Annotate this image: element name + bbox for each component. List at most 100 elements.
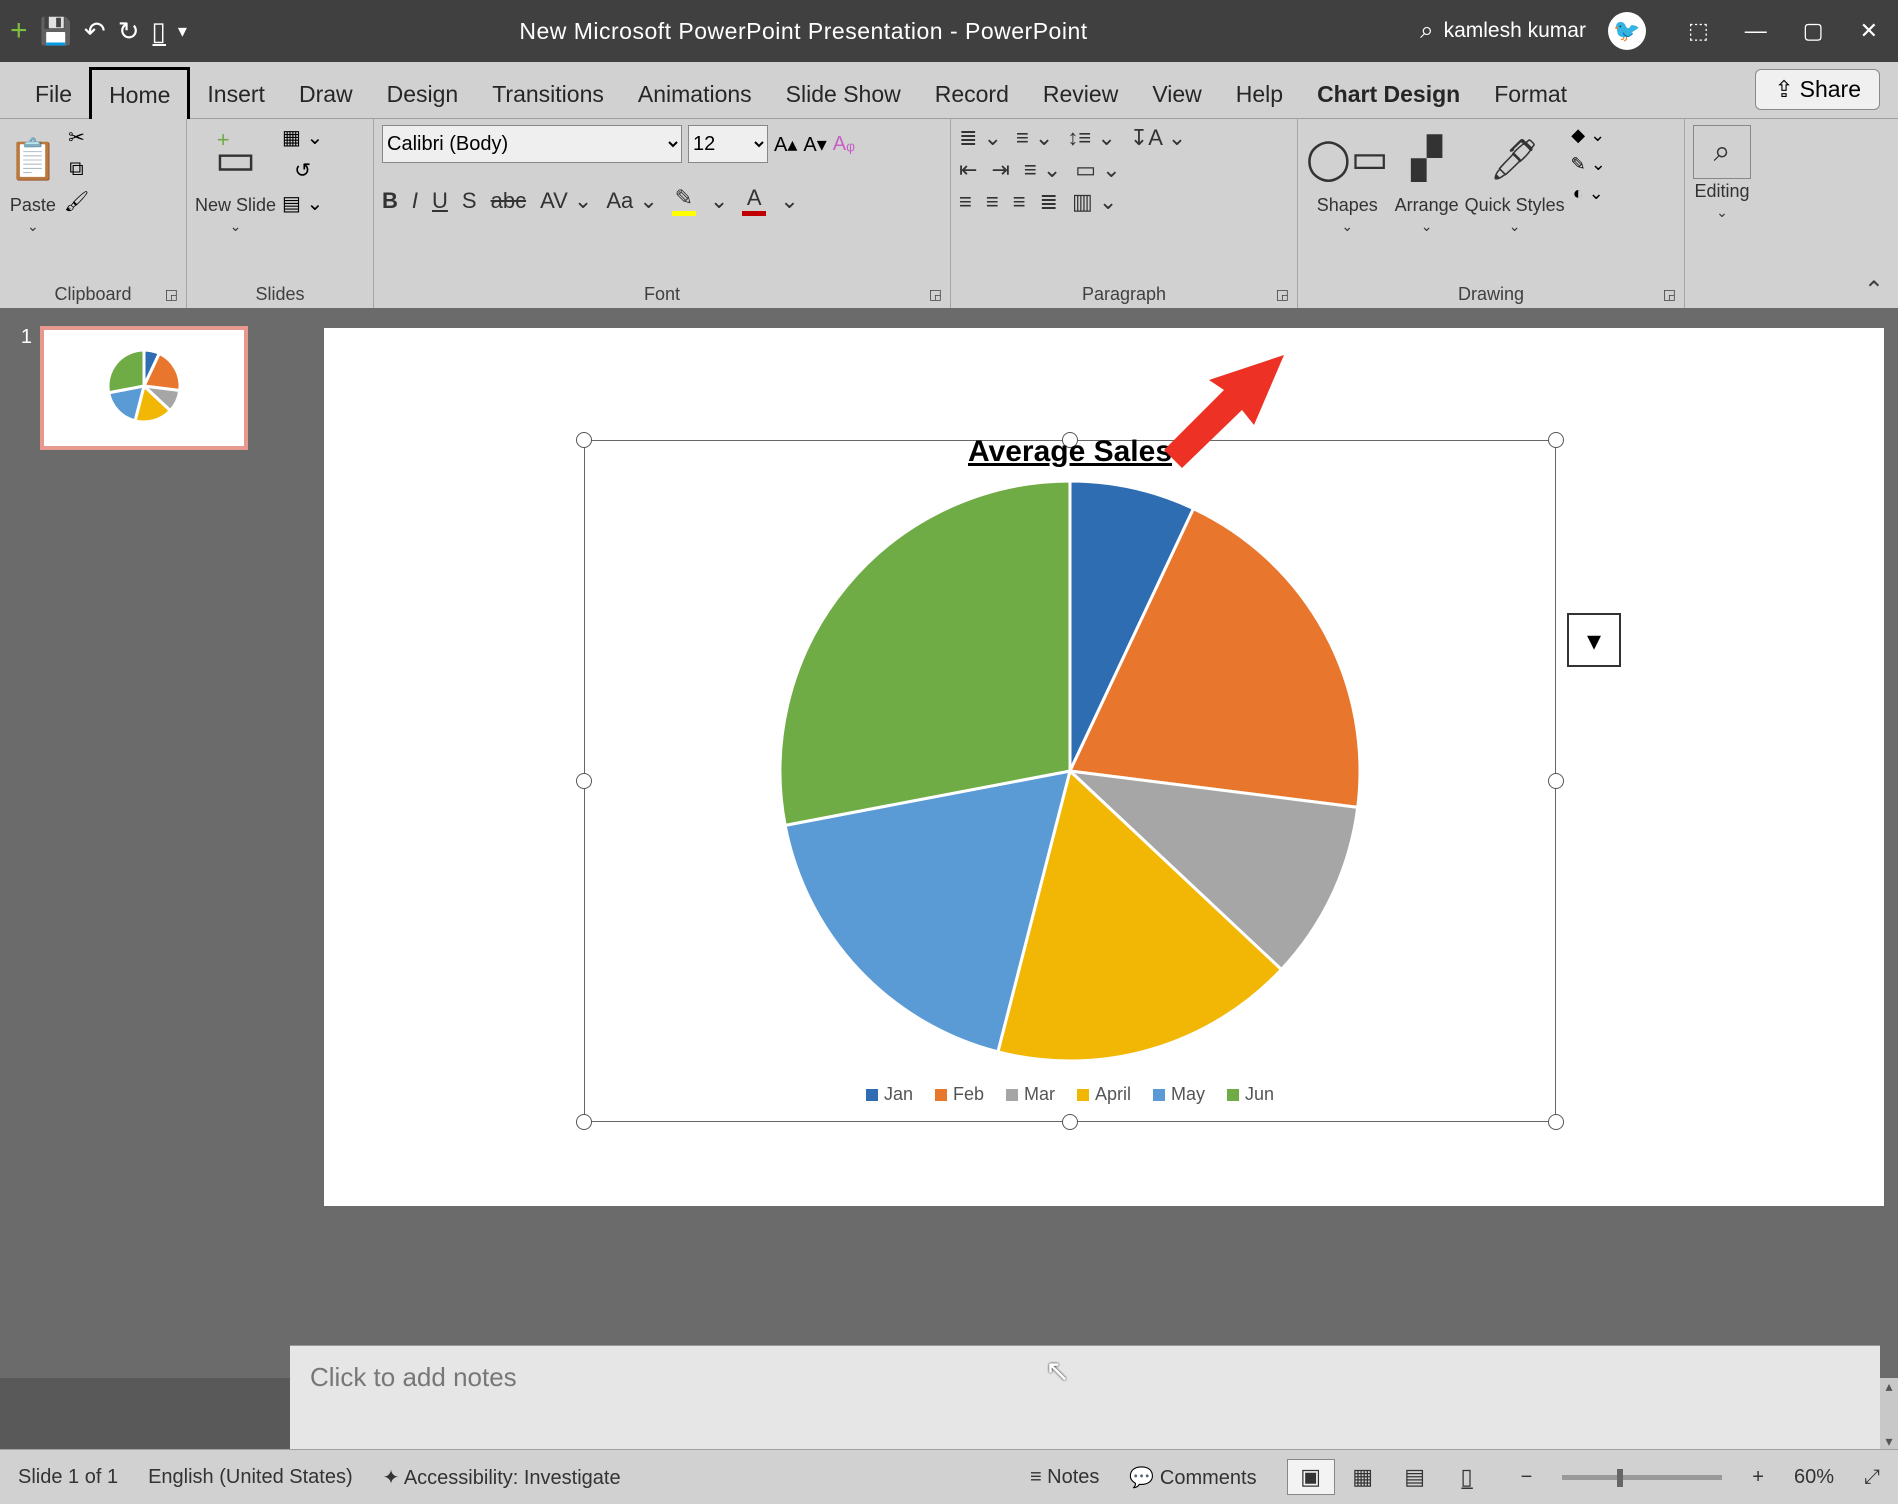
tab-insert[interactable]: Insert — [190, 69, 282, 118]
tab-view[interactable]: View — [1135, 69, 1218, 118]
reset-icon[interactable]: ↺ — [294, 158, 311, 183]
chart-selection[interactable]: Average Sales JanFebMarAprilMayJun ▾ — [584, 440, 1556, 1122]
chart-title[interactable]: Average Sales — [585, 435, 1555, 469]
align-center-icon[interactable]: ≡ — [986, 189, 999, 215]
handle-mid-left[interactable] — [576, 773, 592, 789]
ribbon-display-icon[interactable]: ⬚ — [1688, 18, 1709, 44]
align-text-icon[interactable]: ≡ ⌄ — [1024, 157, 1061, 183]
handle-mid-right[interactable] — [1548, 773, 1564, 789]
slide-canvas[interactable]: Average Sales JanFebMarAprilMayJun ▾ — [310, 308, 1898, 1378]
tab-record[interactable]: Record — [918, 69, 1026, 118]
justify-icon[interactable]: ≣ — [1040, 189, 1058, 215]
arrange-button[interactable]: ▞Arrange⌄ — [1395, 125, 1459, 235]
chart-filter-button[interactable]: ▾ — [1567, 613, 1621, 667]
thumbnail-pane[interactable]: 1 — [0, 308, 310, 1378]
line-spacing-icon[interactable]: ↕≡ ⌄ — [1067, 125, 1115, 151]
align-left-icon[interactable]: ≡ — [959, 189, 972, 215]
notes-toggle[interactable]: ≡ Notes — [1030, 1466, 1099, 1489]
new-slide-button[interactable]: ▭+ New Slide⌄ — [195, 125, 276, 235]
zoom-out-button[interactable]: − — [1521, 1466, 1533, 1489]
user-avatar-icon[interactable]: 🐦 — [1608, 12, 1646, 50]
tab-format[interactable]: Format — [1477, 69, 1584, 118]
shape-effects-icon[interactable]: ◐ ⌄ — [1573, 183, 1604, 204]
handle-bot-left[interactable] — [576, 1114, 592, 1130]
paragraph-dialog-icon[interactable]: ◲ — [1276, 286, 1289, 303]
tab-help[interactable]: Help — [1219, 69, 1300, 118]
editing-button[interactable]: ⌕Editing⌄ — [1693, 125, 1751, 221]
search-icon[interactable]: ⌕ — [1420, 17, 1433, 45]
text-direction-icon[interactable]: ↧A ⌄ — [1130, 125, 1186, 151]
clipboard-dialog-icon[interactable]: ◲ — [165, 286, 178, 303]
sorter-view-button[interactable]: ▦ — [1339, 1459, 1387, 1495]
from-beginning-icon[interactable]: ▯̲ — [152, 16, 166, 47]
decrease-font-icon[interactable]: A▾ — [803, 132, 826, 157]
slide-counter[interactable]: Slide 1 of 1 — [18, 1466, 118, 1489]
align-right-icon[interactable]: ≡ — [1013, 189, 1026, 215]
highlight-button[interactable]: ✎ — [672, 185, 696, 216]
bullets-icon[interactable]: ≣ ⌄ — [959, 125, 1002, 151]
increase-font-icon[interactable]: A▴ — [774, 132, 797, 157]
zoom-in-button[interactable]: + — [1752, 1466, 1764, 1489]
pie-chart[interactable] — [585, 441, 1555, 1081]
font-name-select[interactable]: Calibri (Body) — [382, 125, 682, 163]
font-size-select[interactable]: 12 — [688, 125, 768, 163]
change-case-button[interactable]: Aa ⌄ — [606, 188, 657, 214]
maximize-icon[interactable]: ▢ — [1803, 18, 1824, 44]
italic-button[interactable]: I — [412, 188, 418, 214]
section-icon[interactable]: ▤ ⌄ — [282, 191, 323, 216]
comments-toggle[interactable]: 💬 Comments — [1129, 1465, 1256, 1490]
fit-to-window-button[interactable]: ⤢ — [1864, 1466, 1880, 1489]
slideshow-view-button[interactable]: ▯̲ — [1443, 1459, 1491, 1495]
qat-customize-icon[interactable]: ▾ — [178, 21, 187, 42]
accessibility-status[interactable]: ✦ Accessibility: Investigate — [383, 1465, 621, 1490]
tab-file[interactable]: File — [18, 69, 89, 118]
zoom-slider[interactable] — [1562, 1475, 1722, 1480]
minimize-icon[interactable]: — — [1745, 18, 1767, 44]
cut-icon[interactable]: ✂ — [68, 125, 85, 150]
tab-draw[interactable]: Draw — [282, 69, 370, 118]
drawing-dialog-icon[interactable]: ◲ — [1663, 286, 1676, 303]
font-dialog-icon[interactable]: ◲ — [929, 286, 942, 303]
tab-transitions[interactable]: Transitions — [475, 69, 621, 118]
shape-fill-icon[interactable]: ◆ ⌄ — [1571, 125, 1605, 146]
shape-outline-icon[interactable]: ✎ ⌄ — [1571, 154, 1606, 175]
shapes-button[interactable]: ◯▭Shapes⌄ — [1306, 125, 1389, 235]
tab-slide-show[interactable]: Slide Show — [769, 69, 918, 118]
zoom-level[interactable]: 60% — [1794, 1466, 1834, 1489]
tab-home[interactable]: Home — [89, 67, 190, 119]
decrease-indent-icon[interactable]: ⇤ — [959, 157, 977, 183]
slide-thumbnail-1[interactable]: 1 — [10, 326, 300, 450]
save-icon[interactable]: 💾 — [40, 16, 72, 47]
clear-formatting-icon[interactable]: Aᵩ — [833, 133, 855, 156]
language-status[interactable]: English (United States) — [148, 1466, 353, 1489]
increase-indent-icon[interactable]: ⇥ — [991, 157, 1009, 183]
underline-button[interactable]: U — [432, 188, 448, 214]
quick-styles-button[interactable]: 🖊Quick Styles⌄ — [1465, 125, 1565, 235]
redo-icon[interactable]: ↻ — [118, 16, 140, 47]
tab-review[interactable]: Review — [1026, 69, 1135, 118]
collapse-ribbon-icon[interactable]: ⌃ — [1864, 276, 1884, 305]
share-button[interactable]: ⇪Share — [1755, 69, 1880, 110]
close-icon[interactable]: ✕ — [1860, 18, 1878, 44]
handle-bot-mid[interactable] — [1062, 1114, 1078, 1130]
numbering-icon[interactable]: ≡ ⌄ — [1016, 125, 1053, 151]
convert-smartart-icon[interactable]: ▭ ⌄ — [1075, 157, 1120, 183]
tab-design[interactable]: Design — [370, 69, 476, 118]
user-name[interactable]: kamlesh kumar — [1444, 19, 1586, 43]
copy-icon[interactable]: ⧉ — [69, 158, 83, 181]
strikethrough-button[interactable]: abc — [491, 188, 526, 214]
columns-icon[interactable]: ▥ ⌄ — [1072, 189, 1117, 215]
undo-icon[interactable]: ↶ — [84, 16, 106, 47]
notes-pane[interactable]: Click to add notes — [290, 1345, 1880, 1450]
notes-scrollbar[interactable]: ▴▾ — [1880, 1378, 1898, 1450]
normal-view-button[interactable]: ▣ — [1287, 1459, 1335, 1495]
bold-button[interactable]: B — [382, 188, 398, 214]
reading-view-button[interactable]: ▤ — [1391, 1459, 1439, 1495]
char-spacing-button[interactable]: AV ⌄ — [540, 188, 592, 214]
handle-bot-right[interactable] — [1548, 1114, 1564, 1130]
shadow-button[interactable]: S — [462, 188, 477, 214]
tab-chart-design[interactable]: Chart Design — [1300, 69, 1477, 118]
format-painter-icon[interactable]: 🖌 — [64, 189, 89, 214]
add-cmd-icon[interactable]: + — [10, 14, 28, 48]
font-color-button[interactable]: A — [742, 185, 766, 216]
